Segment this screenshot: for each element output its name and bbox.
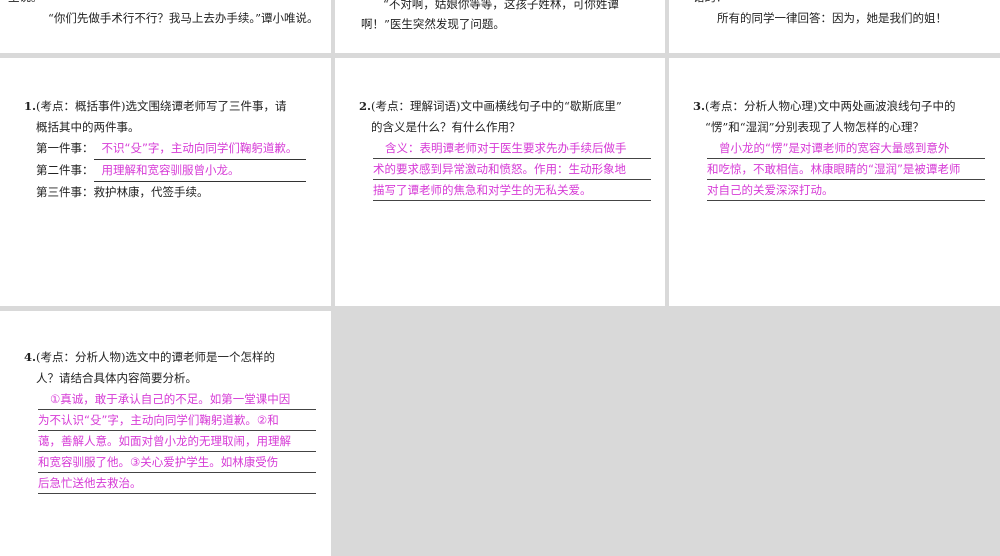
question-4-answer-line2: 为不认识“殳”字，主动向同学们鞠躬道歉。②和 bbox=[38, 410, 316, 431]
question-3-prompt-line2: “愣”和“湿润”分别表现了人物怎样的心理？ bbox=[705, 120, 925, 134]
question-2: 2.(考点：理解词语)文中画横线句子中的“歇斯底里” 的含义是什么？有什么作用？ bbox=[359, 96, 659, 138]
question-2-prompt-line2: 的含义是什么？有什么作用？ bbox=[371, 120, 521, 134]
question-1-item-2: 第二件事： 用理解和宽容驯服曾小龙。 bbox=[24, 160, 324, 182]
question-2-answer: 含义：表明谭老师对于医生要求先办手续后做手 术的要求感到异常激动和愤怒。作用：生… bbox=[373, 138, 651, 201]
question-4: 4.(考点：分析人物)选文中的谭老师是一个怎样的 人？请结合具体内容简要分析。 bbox=[24, 347, 324, 389]
question-2-answer-line1: 含义：表明谭老师对于医生要求先办手续后做手 bbox=[373, 138, 651, 159]
question-4-answer-line4: 和宽容驯服了他。③关心爱护学生。如林康受伤 bbox=[38, 452, 316, 473]
question-4-answer-line3: 蔼，善解人意。如面对曾小龙的无理取闹，用理解 bbox=[38, 431, 316, 452]
top-panel-right: 错的？ 所有的同学一律回答：因为，她是我们的姐！ bbox=[669, 0, 1000, 53]
question-1-item-1: 第一件事： 不识“殳”字，主动向同学们鞠躬道歉。 bbox=[24, 138, 324, 160]
question-1: 1.(考点：概括事件)选文围绕谭老师写了三件事，请 概括其中的两件事。 第一件事… bbox=[24, 96, 324, 203]
question-3-answer-line3: 对自己的关爱深深打动。 bbox=[707, 180, 985, 201]
question-4-answer-line1: ①真诚，敢于承认自己的不足。如第一堂课中因 bbox=[38, 389, 316, 410]
question-2-answer-line2: 术的要求感到异常激动和愤怒。作用：生动形象地 bbox=[373, 159, 651, 180]
question-4-answer-line5: 后急忙送他去救治。 bbox=[38, 473, 316, 494]
question-3-answer-line1: 曾小龙的“愣”是对谭老师的宽容大量感到意外 bbox=[707, 138, 985, 159]
question-1-item-3: 第三件事：救护林康，代签手续。 bbox=[36, 185, 209, 199]
question-1-answer-1: 不识“殳”字，主动向同学们鞠躬道歉。 bbox=[93, 138, 306, 160]
top-middle-line1: “不对啊，姑娘你等等，这孩子姓林，可你姓谭 bbox=[383, 0, 619, 11]
question-4-prompt-line1: 4.(考点：分析人物)选文中的谭老师是一个怎样的 bbox=[24, 350, 275, 364]
question-4-number: 4. bbox=[24, 350, 37, 364]
question-3-prompt-line1: 3.(考点：分析人物心理)文中两处画波浪线句子中的 bbox=[693, 99, 956, 113]
question-1-number: 1. bbox=[24, 99, 37, 113]
question-1-panel: 1.(考点：概括事件)选文围绕谭老师写了三件事，请 概括其中的两件事。 第一件事… bbox=[0, 58, 331, 306]
question-4-prompt-line2: 人？请结合具体内容简要分析。 bbox=[36, 371, 197, 385]
question-4-panel: 4.(考点：分析人物)选文中的谭老师是一个怎样的 人？请结合具体内容简要分析。 … bbox=[0, 311, 331, 556]
question-3-number: 3. bbox=[693, 99, 706, 113]
question-3: 3.(考点：分析人物心理)文中两处画波浪线句子中的 “愣”和“湿润”分别表现了人… bbox=[693, 96, 993, 138]
top-left-line1: 生说。 bbox=[8, 0, 43, 8]
question-3-answer-line2: 和吃惊，不敢相信。林康眼睛的“湿润”是被谭老师 bbox=[707, 159, 985, 180]
question-2-number: 2. bbox=[359, 99, 372, 113]
top-left-line2: “你们先做手术行不行？我马上去办手续。”谭小唯说。 bbox=[48, 11, 319, 25]
question-3-answer: 曾小龙的“愣”是对谭老师的宽容大量感到意外 和吃惊，不敢相信。林康眼睛的“湿润”… bbox=[707, 138, 985, 201]
top-right-line2: 所有的同学一律回答：因为，她是我们的姐！ bbox=[717, 11, 947, 25]
top-middle-line2: 啊！”医生突然发现了问题。 bbox=[361, 17, 505, 31]
top-panel-middle: “不对啊，姑娘你等等，这孩子姓林，可你姓谭 啊！”医生突然发现了问题。 bbox=[335, 0, 665, 53]
question-4-answer: ①真诚，敢于承认自己的不足。如第一堂课中因 为不认识“殳”字，主动向同学们鞠躬道… bbox=[38, 389, 316, 494]
question-1-prompt-line2: 概括其中的两件事。 bbox=[36, 120, 140, 134]
question-1-answer-2: 用理解和宽容驯服曾小龙。 bbox=[93, 160, 306, 182]
question-2-answer-line3: 描写了谭老师的焦急和对学生的无私关爱。 bbox=[373, 180, 651, 201]
question-2-prompt-line1: 2.(考点：理解词语)文中画横线句子中的“歇斯底里” bbox=[359, 99, 622, 113]
top-right-line1: 错的？ bbox=[693, 0, 728, 8]
top-panel-left: 生说。 “你们先做手术行不行？我马上去办手续。”谭小唯说。 bbox=[0, 0, 331, 53]
question-1-prompt-line1: 1.(考点：概括事件)选文围绕谭老师写了三件事，请 bbox=[24, 99, 287, 113]
question-2-panel: 2.(考点：理解词语)文中画横线句子中的“歇斯底里” 的含义是什么？有什么作用？… bbox=[335, 58, 665, 306]
question-3-panel: 3.(考点：分析人物心理)文中两处画波浪线句子中的 “愣”和“湿润”分别表现了人… bbox=[669, 58, 1000, 306]
